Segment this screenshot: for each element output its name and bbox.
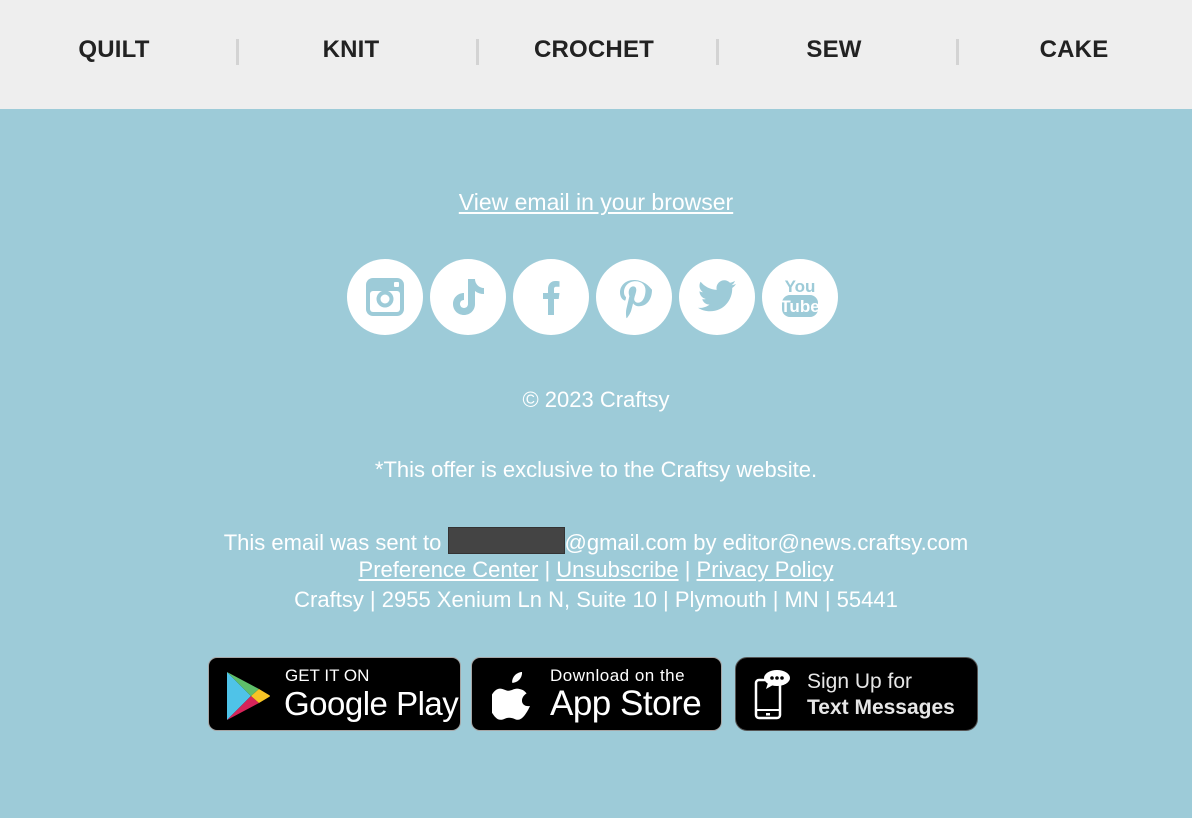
link-separator: | [684, 557, 691, 582]
link-separator: | [544, 557, 551, 582]
text-signup-big-text: Text Messages [807, 696, 955, 719]
nav-item-quilt[interactable]: QUILT [78, 36, 149, 64]
offer-note: *This offer is exclusive to the Craftsy … [374, 457, 818, 482]
recipient-domain: @gmail.com [564, 530, 688, 555]
google-play-big-text: Google Play [284, 685, 459, 722]
youtube-icon: You Tube [780, 277, 820, 317]
sent-to-prefix: This email was sent to [223, 530, 442, 555]
category-nav: QUILT KNIT CROCHET SEW CAKE [0, 0, 1192, 109]
email-footer: View email in your browser You Tube © 20… [0, 109, 1192, 818]
apple-icon [492, 672, 530, 720]
view-in-browser-row: View email in your browser [0, 189, 1192, 216]
unsubscribe-link[interactable]: Unsubscribe [556, 557, 678, 582]
nav-item-crochet[interactable]: CROCHET [534, 36, 654, 64]
social-links: You Tube [347, 259, 838, 335]
sent-to-line: This email was sent to @gmail.com by edi… [0, 527, 1192, 556]
redacted-email-username [447, 527, 565, 554]
phone-chat-icon [754, 670, 790, 720]
nav-item-sew[interactable]: SEW [806, 36, 861, 64]
nav-separator [236, 39, 239, 65]
pinterest-button[interactable] [596, 259, 672, 335]
privacy-policy-link[interactable]: Privacy Policy [697, 557, 834, 582]
google-play-badge[interactable]: GET IT ON Google Play [208, 657, 461, 731]
text-messages-signup-badge[interactable]: Sign Up for Text Messages [735, 657, 978, 731]
svg-text:You: You [785, 277, 816, 296]
app-store-small-text: Download on the [550, 666, 686, 685]
google-play-small-text: GET IT ON [285, 666, 370, 685]
app-store-big-text: App Store [550, 684, 702, 723]
nav-separator [716, 39, 719, 65]
preference-center-link[interactable]: Preference Center [359, 557, 539, 582]
google-play-icon [227, 672, 270, 720]
copyright: © 2023 Craftsy [522, 387, 670, 412]
footer-links: Preference Center | Unsubscribe | Privac… [0, 557, 1192, 583]
tiktok-button[interactable] [430, 259, 506, 335]
youtube-button[interactable]: You Tube [762, 259, 838, 335]
tiktok-icon [453, 279, 484, 315]
pinterest-icon [620, 280, 652, 319]
app-store-badge[interactable]: Download on the App Store [471, 657, 722, 731]
twitter-icon [697, 280, 736, 312]
nav-item-knit[interactable]: KNIT [323, 36, 380, 64]
svg-text:Tube: Tube [780, 297, 819, 316]
mailing-address: Craftsy | 2955 Xenium Ln N, Suite 10 | P… [294, 587, 898, 612]
instagram-button[interactable] [347, 259, 423, 335]
text-signup-small-text: Sign Up for [807, 670, 913, 693]
nav-separator [956, 39, 959, 65]
facebook-icon [543, 281, 560, 315]
nav-separator [476, 39, 479, 65]
view-in-browser-link[interactable]: View email in your browser [459, 189, 733, 215]
twitter-button[interactable] [679, 259, 755, 335]
sent-by-prefix: by [693, 530, 717, 555]
nav-item-cake[interactable]: CAKE [1040, 36, 1109, 64]
sender-email: editor@news.craftsy.com [722, 530, 969, 555]
instagram-icon [366, 278, 404, 316]
facebook-button[interactable] [513, 259, 589, 335]
